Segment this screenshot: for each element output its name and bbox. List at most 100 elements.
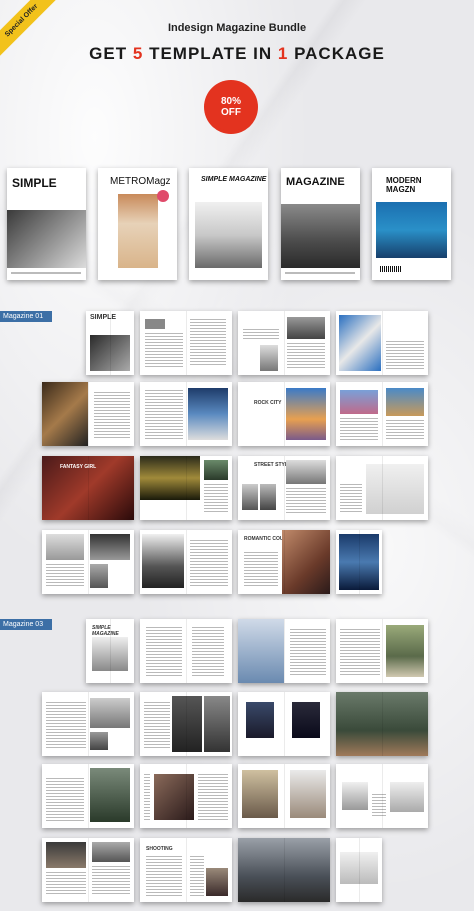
cover-photo bbox=[281, 204, 360, 268]
spread-text bbox=[144, 702, 170, 750]
spread-photo bbox=[340, 852, 378, 884]
spread bbox=[238, 764, 330, 828]
spread-text bbox=[146, 627, 182, 677]
cover-title: MAGAZINE bbox=[286, 176, 345, 188]
spread-photo bbox=[90, 768, 130, 822]
spread-photo bbox=[145, 319, 165, 329]
cover-footer bbox=[281, 268, 360, 280]
spread-photo bbox=[92, 842, 130, 862]
spread-text bbox=[340, 418, 378, 440]
spread-photo bbox=[340, 390, 378, 414]
spread: ROCK CITY bbox=[238, 382, 330, 446]
spread-photo bbox=[366, 464, 424, 514]
spread-photo bbox=[339, 534, 379, 590]
spread-text bbox=[46, 872, 86, 896]
spread bbox=[140, 311, 232, 375]
spread-photo bbox=[204, 696, 230, 752]
spread-photo bbox=[260, 484, 276, 510]
spread-text bbox=[290, 629, 326, 677]
spread-photo bbox=[286, 388, 326, 440]
spread-photo bbox=[204, 460, 228, 480]
spread bbox=[238, 692, 330, 756]
spread-photo bbox=[260, 345, 278, 371]
spread-photo bbox=[142, 534, 184, 588]
cover-title: METROMagz bbox=[110, 176, 171, 187]
headline-prefix: GET bbox=[89, 44, 128, 63]
spread-text bbox=[192, 627, 224, 677]
spread-text bbox=[372, 794, 386, 816]
cover-modern-magzn: MODERN MAGZN bbox=[372, 168, 451, 280]
spread-photo bbox=[386, 388, 424, 416]
headline-number-2: 1 bbox=[277, 44, 289, 63]
spread: SHOOTING bbox=[140, 838, 232, 902]
cover-metromagz: METROMagz bbox=[98, 168, 177, 280]
spread-text bbox=[92, 866, 130, 896]
spread-text bbox=[190, 856, 204, 896]
spread-text bbox=[190, 319, 226, 367]
headline-mid: TEMPLATE IN bbox=[149, 44, 273, 63]
spread bbox=[42, 382, 134, 446]
spread: FANTASY GIRL bbox=[42, 456, 134, 520]
spread bbox=[42, 530, 134, 594]
spread-text bbox=[145, 390, 183, 440]
spread-photo bbox=[238, 619, 284, 683]
spread bbox=[140, 764, 232, 828]
cover-footer bbox=[7, 268, 86, 280]
spread-text bbox=[145, 333, 183, 367]
spread-photo bbox=[154, 774, 194, 820]
spread bbox=[42, 692, 134, 756]
cover-title: MODERN MAGZN bbox=[386, 176, 422, 194]
headline-suffix: PACKAGE bbox=[294, 44, 385, 63]
spread bbox=[140, 382, 232, 446]
spread-photo bbox=[90, 534, 130, 560]
cover-photo bbox=[7, 210, 86, 268]
spread-photo bbox=[287, 317, 325, 339]
spread-photo bbox=[206, 868, 228, 896]
cover-barcode bbox=[380, 266, 402, 272]
spread-photo bbox=[46, 534, 84, 560]
spread-photo bbox=[140, 456, 200, 500]
cover-photo bbox=[195, 202, 262, 268]
spread bbox=[42, 838, 134, 902]
spread-photo bbox=[90, 335, 130, 371]
spread-text bbox=[144, 774, 150, 820]
spread-title: ROCK CITY bbox=[254, 400, 282, 406]
cover-title: SIMPLE bbox=[12, 176, 57, 190]
spread bbox=[42, 764, 134, 828]
spread-photo bbox=[242, 484, 258, 510]
spread-text bbox=[340, 629, 380, 677]
spread bbox=[238, 838, 330, 902]
spread-photo bbox=[339, 315, 381, 371]
spread-photo bbox=[246, 702, 274, 738]
spread-photo bbox=[90, 698, 130, 728]
covers-row: SIMPLE METROMagz SIMPLE MAGAZINE MAGAZIN… bbox=[0, 168, 474, 282]
cover-magazine: MAGAZINE bbox=[281, 168, 360, 280]
spread-photo bbox=[342, 782, 368, 810]
spread-page: SIMPLE bbox=[86, 311, 134, 375]
cover-simple-magazine: SIMPLE MAGAZINE bbox=[189, 168, 268, 280]
spread-text bbox=[46, 778, 84, 822]
cover-sticker bbox=[157, 190, 169, 202]
bundle-subtitle: Indesign Magazine Bundle bbox=[167, 22, 307, 34]
spread-text bbox=[286, 488, 326, 514]
spread bbox=[140, 530, 232, 594]
spread-photo bbox=[336, 692, 428, 756]
spread-text bbox=[340, 484, 362, 514]
spread-photo bbox=[282, 530, 330, 594]
discount-percent: 80% bbox=[220, 96, 241, 107]
spread-page bbox=[336, 838, 382, 902]
spread-text bbox=[46, 702, 86, 750]
cover-simple: SIMPLE bbox=[7, 168, 86, 280]
spread-title: SIMPLE MAGAZINE bbox=[92, 625, 119, 637]
spread-page bbox=[336, 530, 382, 594]
spread-text bbox=[204, 484, 228, 514]
spread: ROMANTIC COUPLE bbox=[238, 530, 330, 594]
spread-text bbox=[386, 420, 424, 440]
spread bbox=[140, 456, 232, 520]
spread bbox=[238, 311, 330, 375]
spread-text bbox=[198, 774, 228, 820]
spread-photo bbox=[286, 460, 326, 484]
spread-page: SIMPLE MAGAZINE bbox=[86, 619, 134, 683]
spread-photo bbox=[290, 770, 326, 818]
discount-off: OFF bbox=[221, 107, 241, 118]
